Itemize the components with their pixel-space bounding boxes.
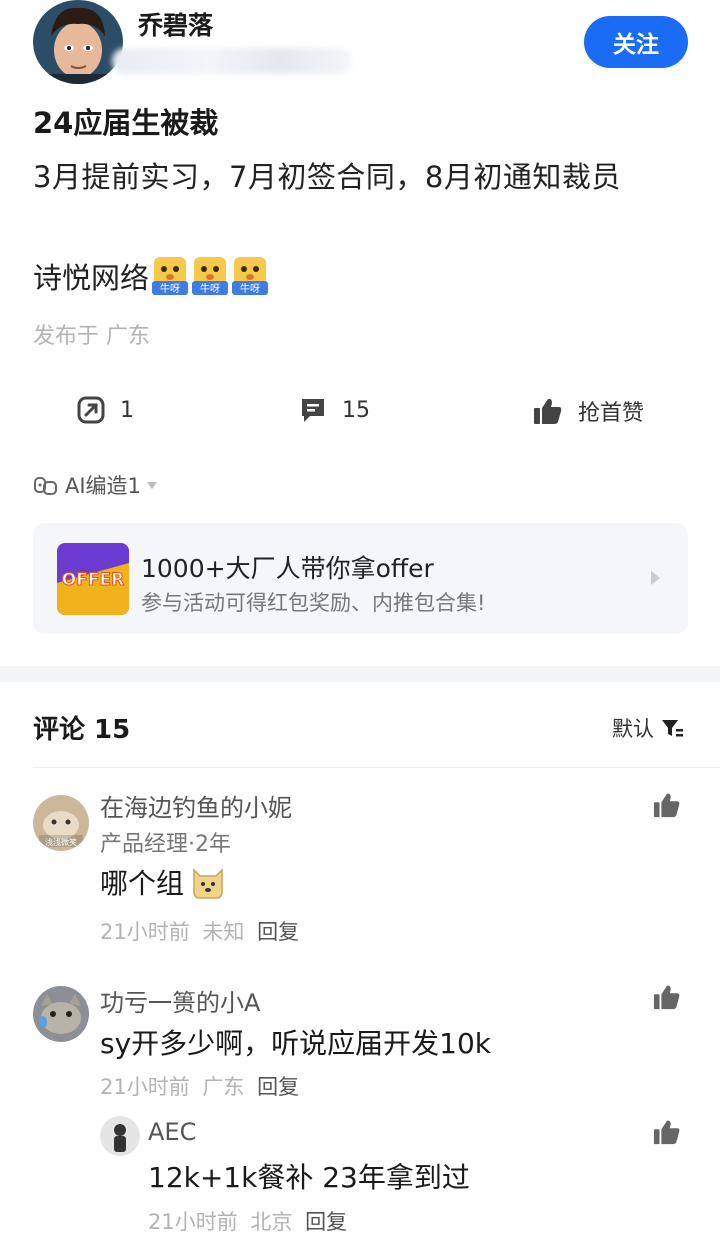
ai-tag[interactable]: AI编造1 <box>33 470 157 500</box>
thumbs-up-icon[interactable] <box>652 983 682 1011</box>
author-info-blurred <box>112 48 352 74</box>
comment-time: 21小时前 <box>100 920 190 944</box>
comment-author-role: 产品经理·2年 <box>100 832 231 857</box>
svg-text:牛呀: 牛呀 <box>240 282 260 295</box>
reply-button[interactable]: 回复 <box>257 920 299 944</box>
ai-robot-icon <box>34 477 57 495</box>
section-divider <box>0 666 720 682</box>
promo-title: 1000+大厂人带你拿offer <box>141 554 434 583</box>
post-extra-line: 诗悦网络 牛呀 牛呀 牛呀 <box>33 255 269 297</box>
ai-tag-label: AI编造1 <box>65 474 141 498</box>
chevron-right-icon <box>651 571 660 585</box>
share-action[interactable]: 1 <box>76 395 134 425</box>
promo-subtitle: 参与活动可得红包奖励、内推包合集! <box>141 591 486 615</box>
post-body: 3月提前实习，7月初签合同，8月初通知裁员 <box>33 160 621 194</box>
filter-icon <box>662 720 683 737</box>
comment-avatar[interactable]: 浅浅微笑 <box>33 795 89 851</box>
comment-location: 广东 <box>202 1075 245 1099</box>
dog-emoji-icon <box>193 868 223 899</box>
comment-avatar[interactable] <box>33 986 89 1042</box>
sort-dropdown[interactable]: 默认 <box>612 713 684 743</box>
niuya-emoji-icon: 牛呀 <box>231 255 269 297</box>
niuya-emoji-icon: 牛呀 <box>191 255 229 297</box>
comment-action[interactable]: 15 <box>298 395 370 425</box>
comment-author-name[interactable]: 功亏一篑的小A <box>100 983 260 1018</box>
comment-text: sy开多少啊，听说应届开发10k <box>100 1027 492 1060</box>
post-title: 24应届生被裁 <box>33 106 219 140</box>
reply-text: 12k+1k餐补 23年拿到过 <box>148 1161 470 1194</box>
svg-text:牛呀: 牛呀 <box>160 282 180 295</box>
sort-label: 默认 <box>612 717 654 741</box>
comment-location: 未知 <box>202 920 245 944</box>
author-avatar[interactable] <box>33 0 123 84</box>
niuya-emoji-icon: 牛呀 <box>151 255 189 297</box>
comment-meta: 21小时前 广东 回复 <box>100 1071 299 1101</box>
reply-button[interactable]: 回复 <box>305 1210 347 1234</box>
share-count: 1 <box>120 397 134 423</box>
comment-time: 21小时前 <box>148 1210 238 1234</box>
thumbs-up-icon[interactable] <box>652 791 682 819</box>
svg-text:OFFER: OFFER <box>62 570 124 590</box>
post-extra-text: 诗悦网络 <box>33 261 150 295</box>
like-label: 抢首赞 <box>578 401 645 426</box>
svg-text:牛呀: 牛呀 <box>200 282 220 295</box>
comment-text-content: 哪个组 <box>100 867 185 900</box>
comment-meta: 21小时前 未知 回复 <box>100 916 299 946</box>
comment-count: 15 <box>342 397 370 423</box>
reply-author-name[interactable]: AEC <box>148 1118 196 1146</box>
post-location: 发布于 广东 <box>33 324 150 349</box>
thumbs-up-icon <box>534 398 562 424</box>
comment-location: 北京 <box>250 1210 293 1234</box>
offer-badge-image: OFFER <box>57 543 129 615</box>
comment-author-name[interactable]: 在海边钓鱼的小妮 <box>100 788 292 823</box>
like-action[interactable]: 抢首赞 <box>532 395 644 427</box>
caret-down-icon <box>146 481 157 489</box>
divider-line <box>33 767 720 768</box>
thumbs-up-icon[interactable] <box>652 1118 682 1146</box>
comments-title: 评论 15 <box>33 715 131 745</box>
comment-text: 哪个组 <box>100 862 228 902</box>
follow-button[interactable]: 关注 <box>584 16 688 68</box>
comment-time: 21小时前 <box>100 1075 190 1099</box>
reply-meta: 21小时前 北京 回复 <box>148 1206 347 1235</box>
promo-card[interactable]: OFFER 1000+大厂人带你拿offer 参与活动可得红包奖励、内推包合集! <box>33 523 688 634</box>
share-icon <box>77 396 105 424</box>
reply-button[interactable]: 回复 <box>257 1075 299 1099</box>
author-name[interactable]: 乔碧落 <box>138 6 213 42</box>
reply-avatar[interactable] <box>100 1116 140 1156</box>
comment-icon <box>302 399 324 422</box>
svg-text:浅浅微笑: 浅浅微笑 <box>45 837 77 847</box>
